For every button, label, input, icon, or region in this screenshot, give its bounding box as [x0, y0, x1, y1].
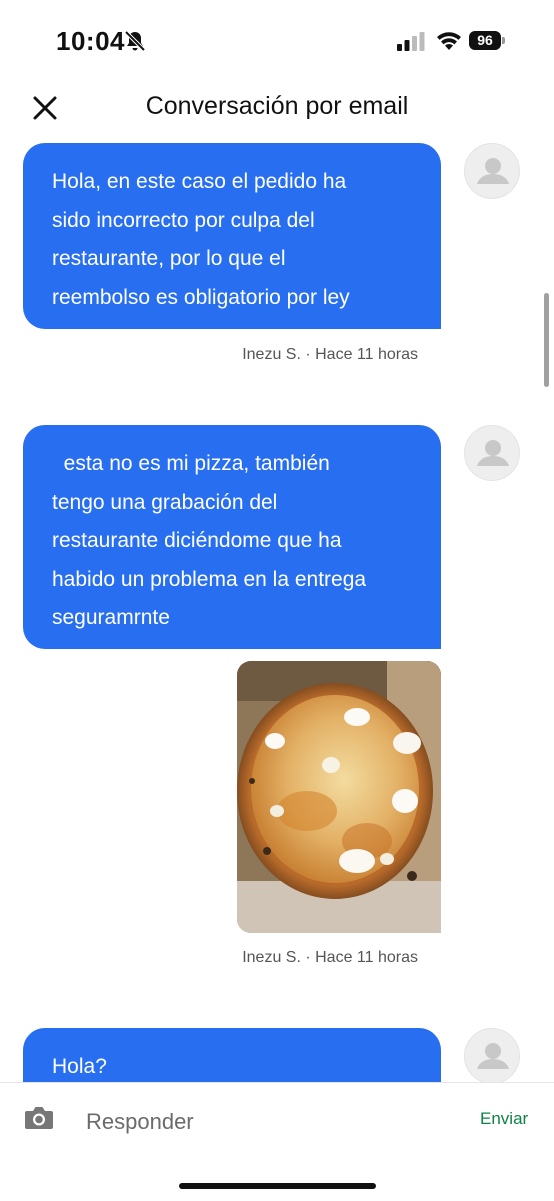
- photo-pizza[interactable]: [237, 661, 441, 933]
- avatar: [464, 143, 520, 199]
- message-bubble: esta no es mi pizza, también tengo una g…: [23, 425, 441, 649]
- message-bubble: Hola, en este caso el pedido ha sido inc…: [23, 143, 441, 329]
- send-button[interactable]: Enviar: [480, 1109, 528, 1129]
- message-line: reembolso es obligatorio por ley: [52, 285, 350, 309]
- message-line: Hola, en este caso el pedido ha: [52, 170, 347, 193]
- reply-input[interactable]: [84, 1101, 428, 1143]
- message-line: Hola?: [52, 1055, 107, 1078]
- header: Conversación por email: [0, 80, 554, 140]
- avatar: [464, 425, 520, 481]
- battery-icon: 96: [469, 31, 505, 50]
- composer-bar: Enviar: [0, 1082, 554, 1201]
- message-line: tengo una grabación del: [52, 490, 278, 514]
- message-meta: Inezu S. · Hace 11 horas: [242, 949, 418, 966]
- page-title: Conversación por email: [145, 92, 409, 120]
- message-line: habido un problema en la entrega: [52, 567, 367, 591]
- user-icon: [477, 158, 509, 184]
- user-icon: [477, 1043, 509, 1069]
- message-line: restaurante diciéndome que ha: [52, 529, 342, 552]
- home-indicator: [179, 1183, 376, 1189]
- cellular-signal-icon: [397, 32, 425, 51]
- battery-level: 96: [469, 31, 501, 50]
- message-line: seguramrnte: [52, 606, 170, 629]
- message-line: esta no es mi pizza, también: [52, 452, 330, 475]
- message-line: sido incorrecto por culpa del: [52, 208, 315, 232]
- message-meta: Inezu S. · Hace 11 horas: [242, 346, 418, 363]
- wifi-icon: [437, 32, 461, 50]
- camera-icon[interactable]: [24, 1105, 54, 1131]
- user-icon: [477, 440, 509, 466]
- avatar: [464, 1028, 520, 1084]
- bell-slash-icon: [124, 30, 146, 52]
- scrollbar[interactable]: [544, 293, 549, 387]
- status-time: 10:04: [56, 26, 125, 56]
- message-line: restaurante, por lo que el: [52, 247, 286, 270]
- status-bar: 10:04 96: [0, 0, 554, 80]
